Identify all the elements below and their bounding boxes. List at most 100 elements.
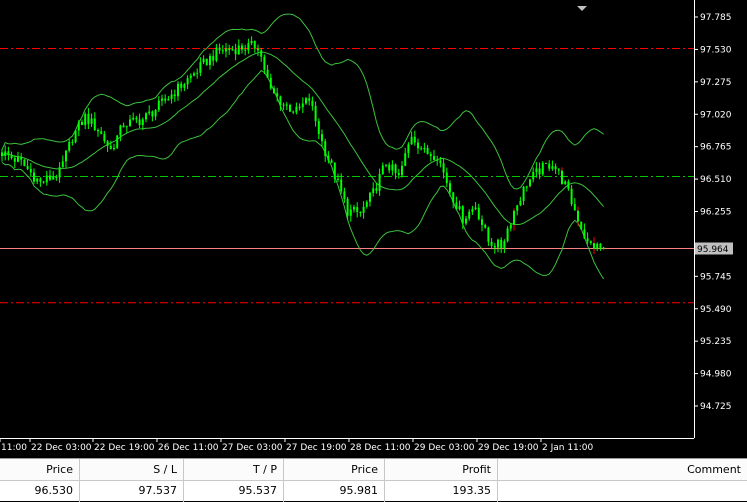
candle-body	[445, 172, 448, 184]
candle-body	[369, 192, 371, 202]
candle-body	[365, 201, 368, 207]
time-tick-label: 22 Dec 03:00	[31, 443, 92, 453]
order-current-price-value[interactable]: 95.981	[284, 481, 384, 501]
candle-body	[17, 157, 19, 162]
candle-body	[289, 105, 291, 112]
candle-body	[154, 109, 157, 117]
column-header: Price	[0, 459, 79, 481]
candle-body	[484, 224, 487, 228]
candle-body	[196, 72, 199, 74]
candle-body	[103, 133, 106, 142]
order-stop-loss-value[interactable]: 97.537	[80, 481, 183, 501]
time-tick-label: 22 Dec 19:00	[94, 443, 155, 453]
price-tick-label: 97.275	[700, 78, 732, 88]
candle-body	[423, 147, 426, 150]
candle-body	[215, 47, 218, 61]
candle-body	[58, 167, 61, 178]
candle-body	[327, 155, 330, 161]
candle-body	[541, 162, 544, 175]
candle-body	[209, 56, 211, 65]
candle-body	[116, 135, 119, 148]
candle-body	[509, 224, 512, 229]
candle-body	[359, 211, 362, 213]
candle-body	[253, 40, 256, 49]
candle-body	[164, 98, 167, 101]
candle-body	[362, 206, 365, 213]
order-take-profit-value[interactable]: 95.537	[184, 481, 283, 501]
time-tick-label: 26 Dec 11:00	[158, 443, 219, 453]
time-tick-label: 11:00	[1, 443, 27, 453]
candle-body	[100, 131, 103, 134]
candle-body	[343, 191, 346, 199]
candle-body	[29, 169, 32, 173]
candle-body	[321, 134, 323, 142]
candle-body	[202, 58, 205, 63]
candle-body	[129, 119, 131, 127]
candle-body	[157, 100, 160, 110]
order-comment-value[interactable]	[498, 481, 747, 501]
candle-body	[148, 111, 151, 114]
order-open-price-column: Price 96.530	[0, 459, 80, 502]
candle-body	[455, 202, 458, 210]
candle-body	[23, 159, 26, 166]
candle-body	[436, 159, 439, 161]
price-tick-label: 97.530	[700, 45, 732, 55]
candle-body	[596, 243, 599, 249]
candle-body	[580, 221, 583, 230]
time-tick-label: 29 Dec 19:00	[478, 443, 539, 453]
order-table: Price 96.530 S / L 97.537 T / P 95.537 P…	[0, 458, 747, 502]
candle-body	[119, 125, 122, 136]
candle-body	[330, 160, 333, 163]
candle-body	[183, 84, 186, 88]
order-stop-loss-column: S / L 97.537	[80, 459, 184, 502]
candle-body	[593, 243, 595, 249]
candle-body	[375, 188, 378, 191]
candle-body	[305, 98, 307, 104]
candle-body	[52, 177, 55, 180]
candle-body	[468, 211, 471, 219]
candle-body	[1, 152, 3, 157]
candle-body	[308, 98, 311, 101]
candle-body	[55, 177, 58, 179]
candle-body	[513, 210, 515, 225]
candle-body	[61, 161, 64, 168]
order-open-price-value[interactable]: 96.530	[0, 481, 79, 501]
candle-body	[199, 62, 202, 73]
time-tick-label: 27 Dec 03:00	[222, 443, 283, 453]
price-chart[interactable]: 97.785 97.530 97.275 97.020 96.765 96.510 96.2…	[0, 0, 747, 458]
candle-body	[266, 69, 269, 78]
chart-canvas[interactable]: 97.785 97.530 97.275 97.020 96.765 96.510 96.2…	[0, 0, 747, 458]
candle-body	[65, 150, 67, 162]
order-profit-value[interactable]: 193.35	[385, 481, 497, 501]
candle-body	[567, 181, 570, 189]
price-tick-label: 96.510	[700, 175, 732, 185]
candle-body	[90, 118, 93, 124]
candle-body	[97, 130, 99, 132]
candle-body	[429, 154, 432, 157]
candle-body	[237, 45, 240, 55]
band-middle-line	[1, 51, 604, 226]
candle-body	[378, 174, 381, 191]
candle-body	[93, 118, 96, 131]
candle-body	[33, 172, 35, 182]
candle-body	[599, 243, 602, 248]
candle-body	[545, 162, 547, 164]
candle-body	[45, 175, 48, 183]
order-profit-column: Profit 193.35	[385, 459, 498, 502]
candle-body	[410, 136, 413, 145]
candle-body	[381, 165, 384, 175]
candle-body	[474, 207, 477, 210]
candle-body	[516, 205, 519, 211]
candle-body	[221, 50, 224, 52]
candle-body	[388, 164, 391, 171]
candle-body	[228, 48, 231, 51]
candle-body	[532, 172, 535, 180]
candle-body	[404, 153, 407, 166]
candle-body	[503, 241, 506, 249]
candle-body	[570, 188, 573, 205]
candle-body	[458, 206, 461, 210]
column-header: T / P	[184, 459, 283, 481]
price-tick-label: 94.980	[700, 370, 732, 380]
candle-body	[577, 210, 579, 222]
candle-body	[269, 77, 272, 89]
